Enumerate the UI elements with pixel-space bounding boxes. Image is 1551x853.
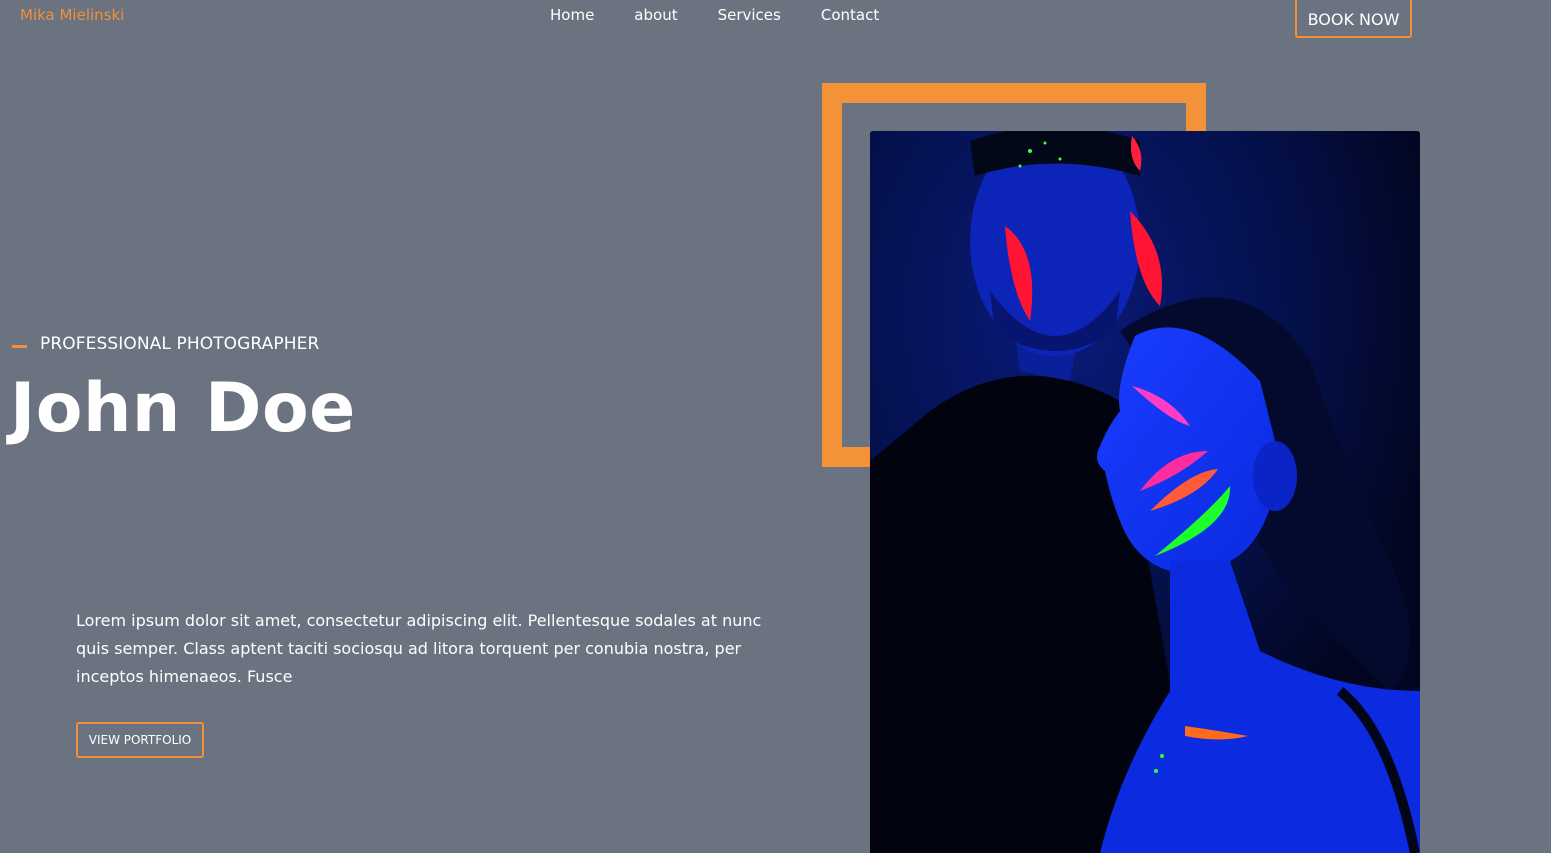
book-now-button[interactable]: BOOK NOW [1295, 0, 1412, 38]
accent-dash [12, 344, 27, 348]
hero-photo [870, 131, 1420, 853]
hero-subtitle: PROFESSIONAL PHOTOGRAPHER [40, 334, 320, 354]
nav-link-home[interactable]: Home [550, 6, 594, 24]
neon-portrait-illustration [870, 131, 1420, 853]
main-nav: Home about Services Contact [550, 6, 879, 24]
nav-link-about[interactable]: about [634, 6, 677, 24]
nav-link-contact[interactable]: Contact [821, 6, 879, 24]
nav-link-services[interactable]: Services [718, 6, 781, 24]
landing-page: Mika Mielinski Home about Services Conta… [0, 0, 1551, 853]
brand-logo[interactable]: Mika Mielinski [20, 6, 124, 24]
hero-subtitle-row: PROFESSIONAL PHOTOGRAPHER [12, 334, 319, 354]
hero-title: John Doe [10, 369, 356, 448]
hero-description: Lorem ipsum dolor sit amet, consectetur … [76, 611, 762, 686]
view-portfolio-button[interactable]: VIEW PORTFOLIO [76, 722, 204, 758]
